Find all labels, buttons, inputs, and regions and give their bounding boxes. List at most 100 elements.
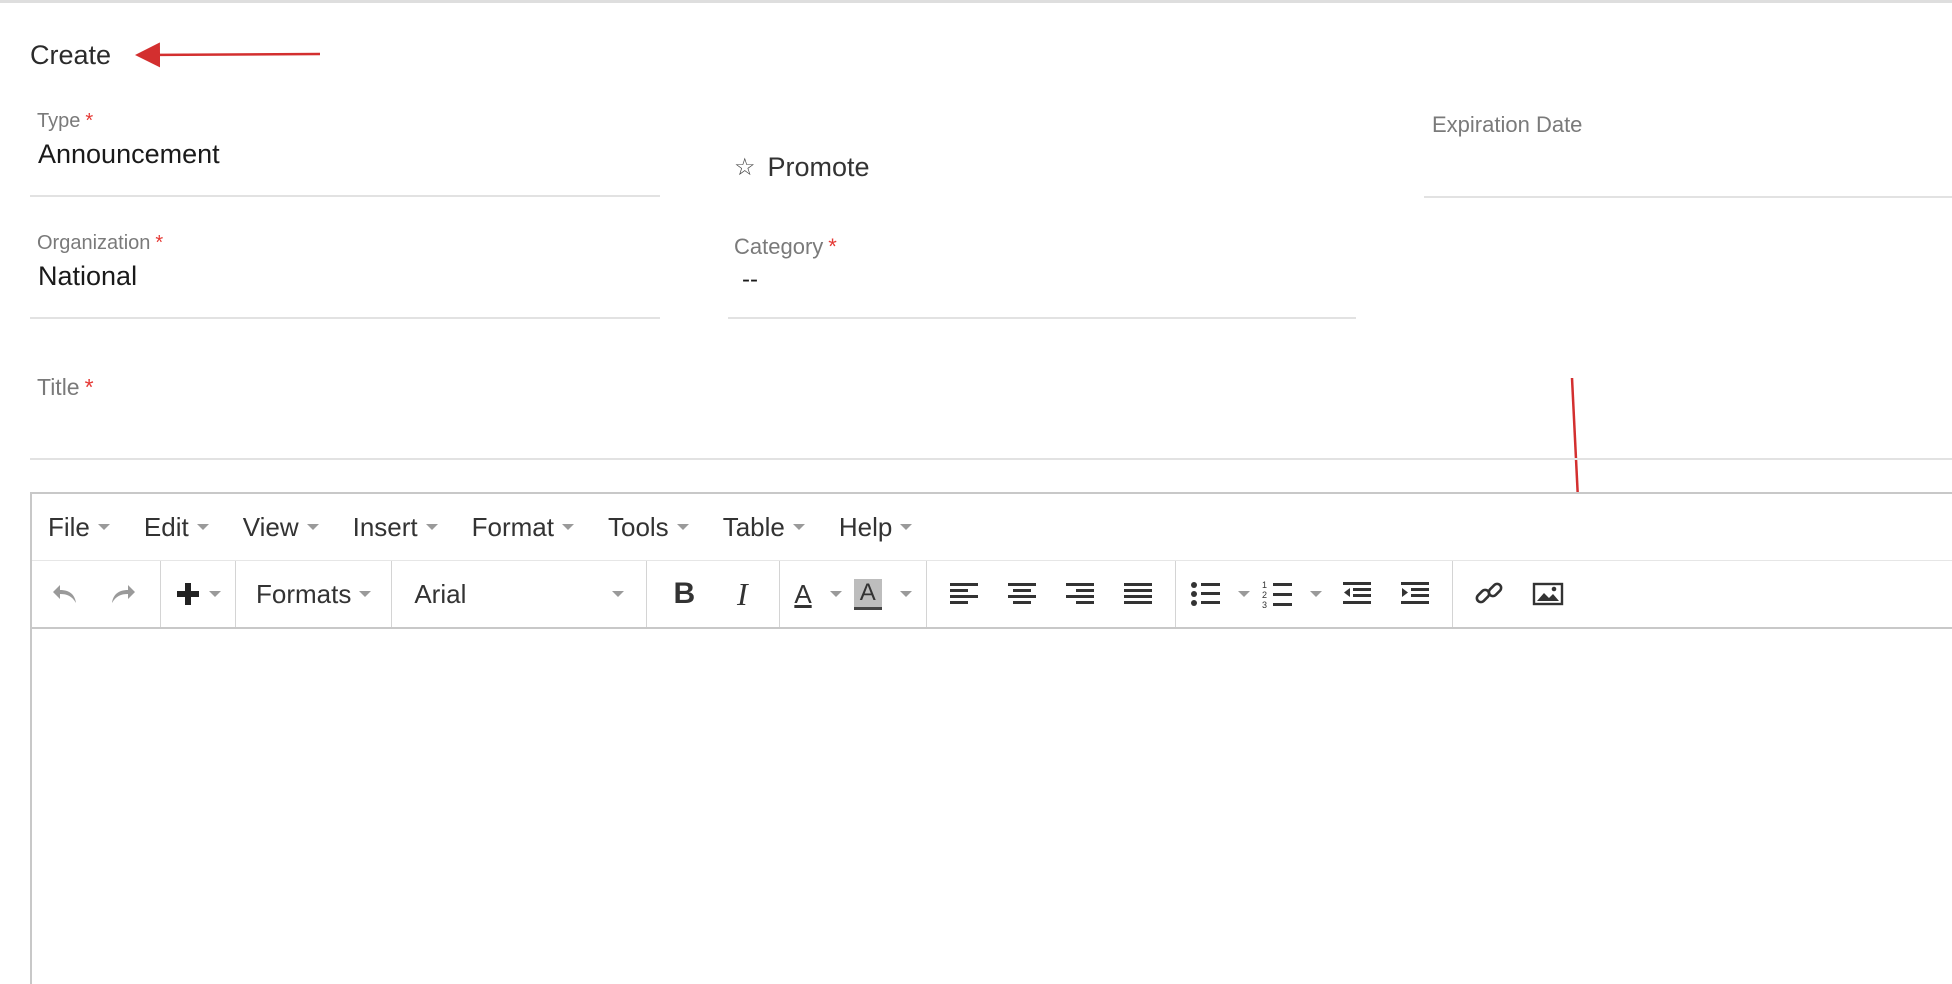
- numbered-list-icon: 123: [1262, 580, 1292, 609]
- menu-file[interactable]: File: [48, 512, 110, 543]
- text-color-icon: A: [794, 578, 812, 609]
- caret-down-icon: [1237, 591, 1250, 597]
- plus-icon: [177, 583, 199, 605]
- caret-down-icon: [425, 524, 438, 530]
- caret-down-icon: [829, 591, 842, 597]
- organization-field[interactable]: Organization * National: [30, 232, 660, 319]
- caret-down-icon: [209, 591, 221, 597]
- promote-label: Promote: [767, 152, 870, 182]
- category-value: --: [742, 266, 758, 293]
- category-underline: [728, 317, 1356, 319]
- expiration-date-label: Expiration Date: [1432, 112, 1583, 137]
- menu-tools[interactable]: Tools: [608, 512, 689, 543]
- align-left-icon: [949, 583, 978, 604]
- required-marker: *: [828, 234, 837, 259]
- title-label: Title: [37, 374, 80, 400]
- insert-media-group: [1453, 561, 1585, 627]
- insert-plus-button[interactable]: [175, 570, 221, 618]
- caret-down-icon: [899, 591, 912, 597]
- title-field[interactable]: Title *: [30, 374, 1952, 460]
- background-color-icon: A: [853, 578, 882, 610]
- outdent-button[interactable]: [1334, 570, 1380, 618]
- annotation-arrow-create: [135, 42, 321, 68]
- menu-insert[interactable]: Insert: [353, 512, 438, 543]
- editor-menubar: File Edit View Insert Format Tools Table…: [32, 494, 1952, 561]
- outdent-icon: [1342, 582, 1371, 604]
- caret-down-icon: [676, 524, 689, 530]
- expiration-date-underline: [1424, 196, 1952, 198]
- align-left-button[interactable]: [941, 570, 987, 618]
- required-marker: *: [85, 110, 94, 132]
- caret-down-icon: [612, 591, 625, 597]
- menu-format[interactable]: Format: [472, 512, 574, 543]
- organization-underline: [30, 317, 660, 319]
- expiration-date-field[interactable]: Expiration Date: [1424, 112, 1952, 198]
- caret-down-icon: [1309, 591, 1322, 597]
- caret-down-icon: [792, 524, 805, 530]
- bullet-list-button[interactable]: [1190, 570, 1250, 618]
- caret-down-icon: [359, 591, 372, 597]
- redo-button[interactable]: [100, 570, 146, 618]
- background-color-button[interactable]: A: [853, 570, 912, 618]
- insert-link-button[interactable]: [1467, 570, 1513, 618]
- history-group: [32, 561, 161, 627]
- formats-dropdown[interactable]: Formats: [250, 570, 377, 618]
- caret-down-icon: [306, 524, 319, 530]
- svg-text:2: 2: [1262, 590, 1267, 600]
- promote-toggle[interactable]: ☆ Promote: [734, 152, 870, 183]
- font-group: Arial: [392, 561, 648, 627]
- menu-table[interactable]: Table: [723, 512, 805, 543]
- type-value: Announcement: [38, 139, 220, 169]
- organization-label: Organization: [37, 232, 151, 254]
- indent-icon: [1400, 582, 1429, 604]
- indent-button[interactable]: [1392, 570, 1438, 618]
- alignment-group: [927, 561, 1176, 627]
- category-label: Category: [734, 234, 824, 259]
- text-style-group: B I: [647, 561, 781, 627]
- required-marker: *: [155, 232, 164, 254]
- align-center-button[interactable]: [999, 570, 1045, 618]
- align-justify-button[interactable]: [1115, 570, 1161, 618]
- italic-button[interactable]: I: [719, 570, 765, 618]
- editor-toolbar: Formats Arial B I A A 1 2 3: [32, 561, 1952, 629]
- undo-button[interactable]: [42, 570, 88, 618]
- align-right-icon: [1065, 583, 1094, 604]
- title-underline: [30, 458, 1952, 460]
- bold-button[interactable]: B: [661, 570, 707, 618]
- type-underline: [30, 195, 660, 197]
- required-marker: *: [84, 374, 94, 400]
- menu-view[interactable]: View: [243, 512, 319, 543]
- category-field[interactable]: Category * --: [728, 234, 1356, 319]
- page-title: Create: [30, 40, 112, 70]
- caret-down-icon: [561, 524, 574, 530]
- star-icon: ☆: [734, 154, 756, 181]
- font-family-select[interactable]: Arial: [406, 570, 632, 618]
- italic-icon: I: [737, 575, 748, 612]
- list-group: 123: [1176, 561, 1453, 627]
- insert-image-button[interactable]: [1525, 570, 1571, 618]
- insert-group: [161, 561, 236, 627]
- editor-content-area[interactable]: [32, 629, 1952, 979]
- caret-down-icon: [196, 524, 209, 530]
- link-icon: [1475, 582, 1503, 604]
- formats-group: Formats: [236, 561, 393, 627]
- undo-icon: [53, 585, 76, 603]
- image-icon: [1532, 582, 1563, 606]
- menu-edit[interactable]: Edit: [144, 512, 209, 543]
- align-right-button[interactable]: [1057, 570, 1103, 618]
- rich-text-editor: File Edit View Insert Format Tools Table…: [30, 492, 1952, 984]
- svg-text:1: 1: [1262, 580, 1267, 590]
- bullet-list-icon: [1190, 582, 1220, 606]
- top-divider: [0, 0, 1952, 3]
- text-color-button[interactable]: A: [794, 570, 842, 618]
- menu-help[interactable]: Help: [839, 512, 913, 543]
- numbered-list-button[interactable]: 123: [1262, 570, 1322, 618]
- align-center-icon: [1007, 583, 1036, 604]
- caret-down-icon: [900, 524, 913, 530]
- type-field[interactable]: Type * Announcement: [30, 110, 660, 197]
- type-label: Type: [37, 110, 81, 132]
- redo-icon: [112, 585, 135, 603]
- caret-down-icon: [97, 524, 110, 530]
- bold-icon: B: [673, 577, 696, 610]
- organization-value: National: [38, 261, 138, 291]
